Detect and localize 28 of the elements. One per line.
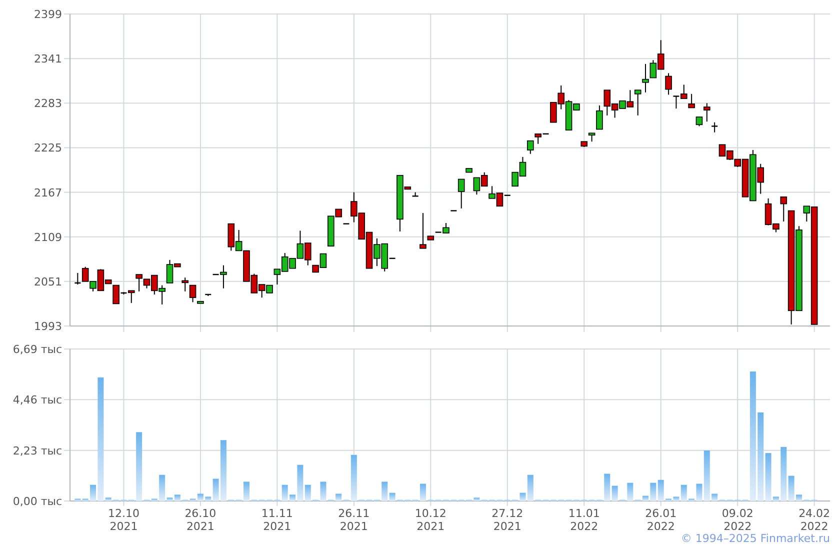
axis-label: 2051 bbox=[34, 275, 62, 288]
axis-label: 26.10 2021 bbox=[184, 507, 216, 530]
axis-label: 09.02 2022 bbox=[722, 507, 754, 530]
axis-label: 1993 bbox=[34, 320, 62, 333]
axis-label: 2283 bbox=[34, 97, 62, 110]
axis-label: 2341 bbox=[34, 52, 62, 66]
axis-label: 2167 bbox=[34, 186, 62, 200]
axis-label: 2,23 тыс bbox=[12, 444, 62, 458]
axis-label: 0,00 тыс bbox=[12, 495, 62, 508]
axis-label: 6,69 тыс bbox=[12, 343, 62, 356]
axis-label: 4,46 тыс bbox=[12, 394, 62, 407]
axis-label: 11.01 2022 bbox=[568, 507, 600, 530]
axis-label: 26.01 2022 bbox=[645, 507, 677, 530]
copyright-text: © 1994–2025 Finmarket.ru bbox=[680, 532, 830, 545]
axis-label: 12.10 2021 bbox=[108, 507, 140, 530]
candlestick bbox=[412, 192, 418, 197]
candlestick bbox=[466, 168, 472, 173]
axis-label: 11.11 2021 bbox=[261, 507, 293, 530]
axis-label: 2109 bbox=[34, 230, 62, 244]
axis-label: 24.02 2022 bbox=[798, 507, 830, 530]
axis-label: 27.12 2021 bbox=[492, 507, 524, 530]
axis-label: 10.12 2021 bbox=[414, 507, 446, 530]
volume-bar bbox=[244, 482, 250, 501]
axis-label: 2225 bbox=[34, 142, 62, 155]
axis-label: 26.11 2021 bbox=[338, 507, 370, 530]
axis-label: 2399 bbox=[34, 8, 62, 21]
volume-bar bbox=[642, 496, 648, 501]
candlestick bbox=[205, 294, 212, 297]
